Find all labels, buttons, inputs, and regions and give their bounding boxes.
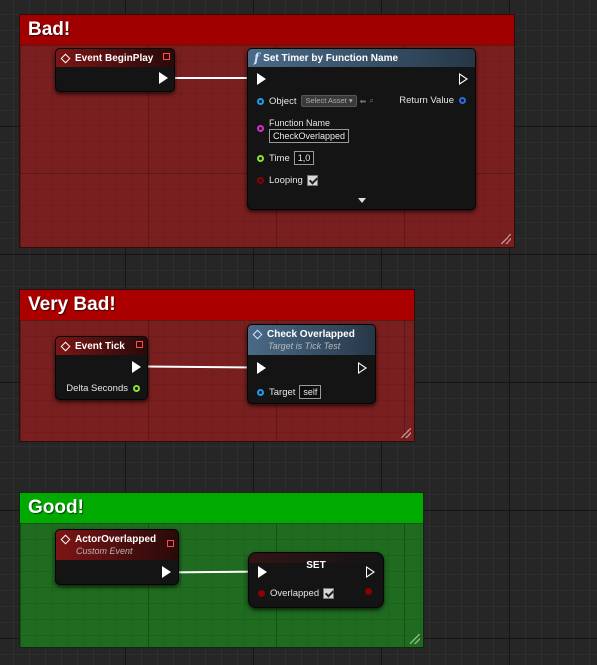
- pin-row-delta-seconds: Delta Seconds: [66, 383, 140, 394]
- node-title: Event Tick: [75, 340, 125, 352]
- looping-checkbox[interactable]: [306, 175, 318, 186]
- node-actor-overlapped[interactable]: ActorOverlapped Custom Event: [55, 529, 179, 585]
- time-pin[interactable]: [257, 154, 264, 162]
- pin-label-time: Time: [269, 152, 290, 164]
- node-title: SET: [306, 560, 326, 571]
- delegate-pin[interactable]: [167, 540, 174, 547]
- select-asset-dropdown[interactable]: Select Asset ▾: [301, 95, 357, 107]
- pin-row-object: Object Select Asset ▾ ⬅ ⌕: [257, 95, 374, 107]
- exec-out-pin[interactable]: [159, 72, 168, 84]
- resize-grip[interactable]: [501, 234, 511, 244]
- comment-title-very-bad: Very Bad!: [28, 294, 116, 315]
- node-header: ActorOverlapped Custom Event: [56, 530, 178, 560]
- node-set-overlapped[interactable]: SET Overlapped: [248, 552, 384, 608]
- function-icon: [252, 329, 263, 340]
- pin-label-function-name: Function Name: [269, 118, 331, 128]
- exec-wire: [172, 77, 254, 79]
- node-check-overlapped[interactable]: Check Overlapped Target is Tick Test Tar…: [247, 324, 376, 404]
- exec-out-pin[interactable]: [162, 566, 171, 578]
- node-title: Set Timer by Function Name: [263, 52, 399, 64]
- pin-row-looping: Looping: [257, 175, 318, 186]
- expand-advanced-arrow-icon[interactable]: [357, 198, 366, 203]
- select-asset-label: Select Asset: [305, 96, 347, 105]
- node-title-row: Check Overlapped: [252, 329, 355, 340]
- node-event-tick[interactable]: Event Tick Delta Seconds: [55, 336, 148, 400]
- pin-label-return-value: Return Value: [399, 95, 454, 106]
- pin-label-overlapped: Overlapped: [270, 588, 320, 599]
- node-title-row: ActorOverlapped: [60, 534, 157, 545]
- use-selected-arrow-icon[interactable]: ⬅: [360, 97, 367, 106]
- return-value-pin[interactable]: [459, 97, 466, 104]
- event-icon: [60, 53, 71, 63]
- exec-in-pin[interactable]: [257, 362, 266, 374]
- browse-search-icon[interactable]: ⌕: [369, 96, 373, 106]
- function-icon: f: [254, 51, 260, 65]
- pin-label-looping: Looping: [269, 175, 303, 186]
- function-name-pin[interactable]: [257, 125, 264, 132]
- pin-row-target: Target self: [257, 385, 322, 399]
- function-name-input[interactable]: CheckOverlapped: [269, 129, 350, 143]
- overlapped-in-pin[interactable]: [258, 590, 265, 597]
- node-title: Event BeginPlay: [75, 52, 154, 64]
- event-icon: [60, 534, 71, 545]
- node-subtitle: Target is Tick Test: [268, 341, 341, 351]
- pin-row-return-value: Return Value: [399, 95, 466, 106]
- target-pin[interactable]: [257, 388, 264, 396]
- node-subtitle: Custom Event: [76, 546, 133, 556]
- node-header: Event Tick: [56, 337, 147, 355]
- comment-title-good: Good!: [28, 497, 84, 518]
- pin-row-time: Time 1,0: [257, 151, 315, 165]
- exec-in-pin[interactable]: [258, 566, 267, 578]
- pin-row-function-name: Function Name CheckOverlapped: [257, 118, 350, 143]
- node-set-timer-by-function-name[interactable]: f Set Timer by Function Name Object Sele…: [247, 48, 476, 210]
- node-title: ActorOverlapped: [75, 534, 157, 545]
- event-icon: [60, 341, 71, 351]
- exec-in-pin[interactable]: [257, 73, 266, 85]
- object-pin[interactable]: [257, 97, 264, 105]
- node-event-begin-play[interactable]: Event BeginPlay: [55, 48, 175, 92]
- node-header: Event BeginPlay: [56, 49, 174, 67]
- pin-label-target: Target: [269, 386, 296, 398]
- looping-pin[interactable]: [257, 177, 264, 184]
- node-header: Check Overlapped Target is Tick Test: [248, 325, 375, 355]
- resize-grip[interactable]: [401, 428, 411, 438]
- exec-out-pin[interactable]: [366, 566, 375, 578]
- overlapped-out-pin[interactable]: [365, 588, 372, 595]
- pin-label-object: Object: [269, 95, 297, 107]
- node-header: f Set Timer by Function Name: [248, 49, 475, 67]
- delegate-pin[interactable]: [136, 341, 143, 348]
- exec-out-pin[interactable]: [132, 361, 141, 373]
- comment-header-bad[interactable]: Bad!: [20, 15, 514, 45]
- overlapped-checkbox[interactable]: [323, 588, 335, 599]
- time-input[interactable]: 1,0: [293, 151, 315, 165]
- delta-seconds-pin[interactable]: [133, 385, 140, 392]
- comment-title-bad: Bad!: [28, 19, 71, 40]
- node-title: Check Overlapped: [267, 329, 355, 340]
- delegate-pin[interactable]: [163, 53, 170, 60]
- exec-out-pin[interactable]: [459, 73, 468, 85]
- pin-label-delta-seconds: Delta Seconds: [66, 383, 128, 394]
- comment-header-very-bad[interactable]: Very Bad!: [20, 290, 414, 320]
- pin-row-overlapped: Overlapped: [258, 588, 335, 599]
- exec-out-pin[interactable]: [358, 362, 367, 374]
- function-name-group: Function Name CheckOverlapped: [269, 118, 350, 143]
- target-value: self: [299, 385, 322, 399]
- comment-header-good[interactable]: Good!: [20, 493, 423, 523]
- resize-grip[interactable]: [410, 634, 420, 644]
